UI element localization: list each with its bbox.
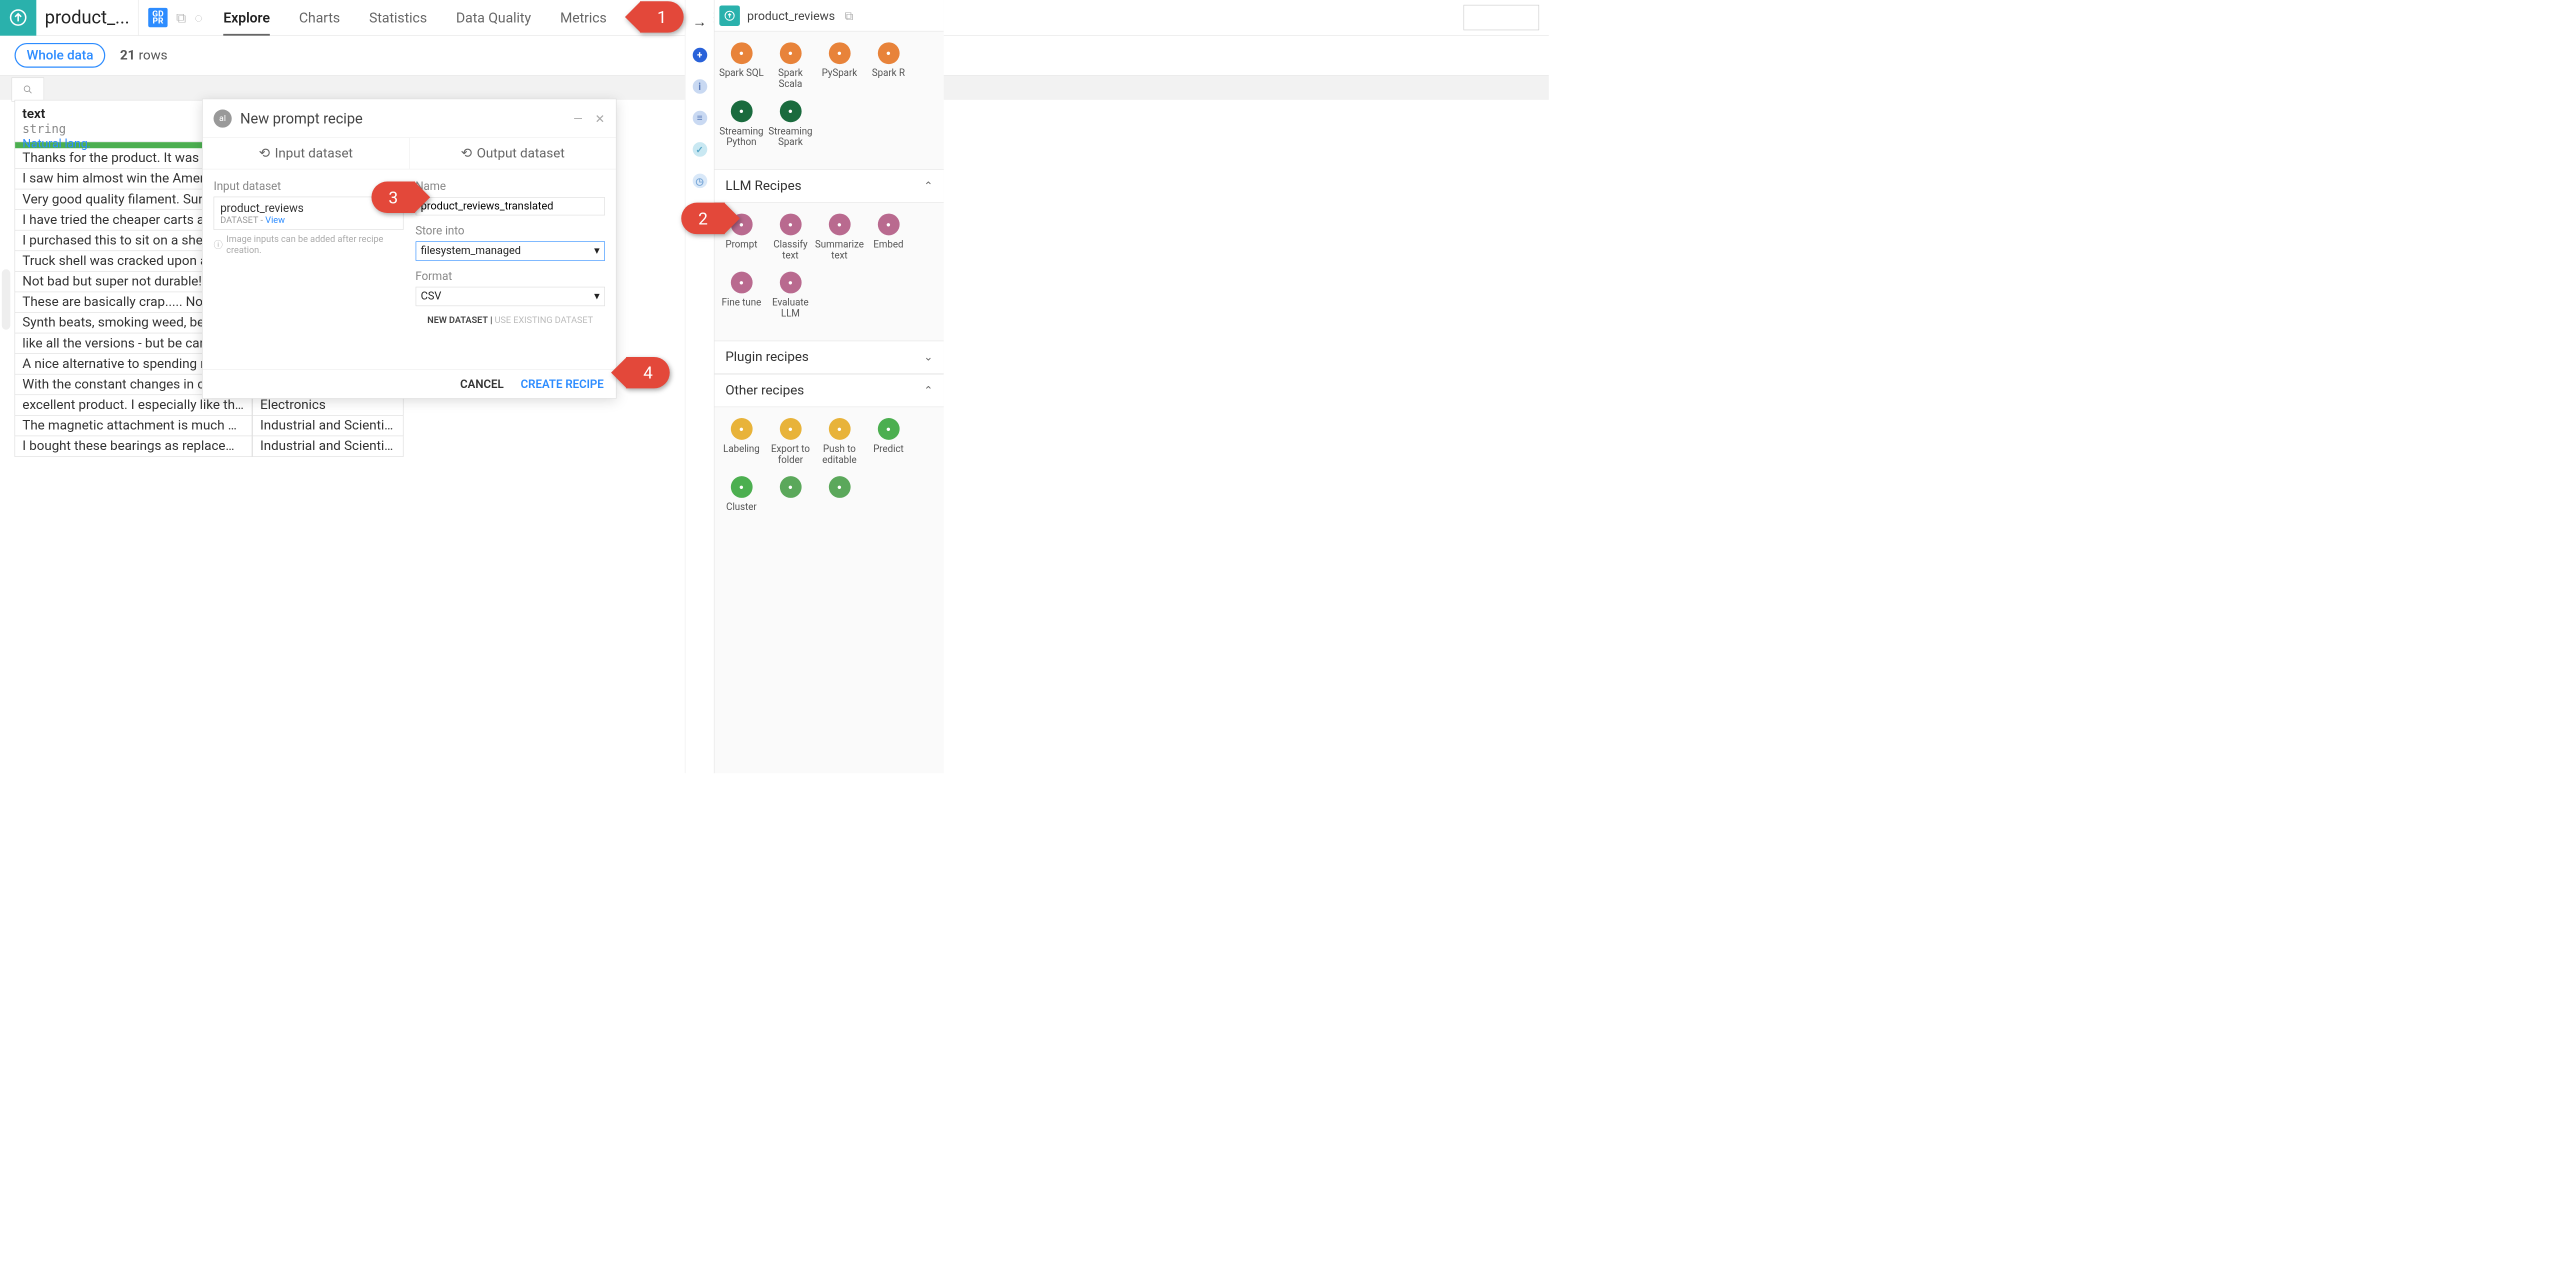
table-row[interactable]: I bought these bearings as replacements … xyxy=(15,436,253,457)
other-recipes: ●Labeling●Export to folder●Push to edita… xyxy=(715,407,944,534)
recipe-pyspark[interactable]: ●PySpark xyxy=(815,42,864,89)
format-select[interactable]: CSV▾ xyxy=(415,286,605,305)
close-icon[interactable]: ✕ xyxy=(595,111,605,126)
recipe-embed[interactable]: ●Embed xyxy=(864,214,913,261)
input-dataset-header: ⟲ Input dataset xyxy=(203,138,409,169)
store-label: Store into xyxy=(415,224,605,238)
callout-2: 2 xyxy=(681,203,725,234)
side-icon-strip: → + i ≡ ✓ ◷ ◎ xyxy=(685,0,714,773)
recipe-streaming-python[interactable]: ●Streaming Python xyxy=(717,100,766,147)
recipe-spark-sql[interactable]: ●Spark SQL xyxy=(717,42,766,89)
name-label: Name xyxy=(415,179,605,193)
dataset-icon xyxy=(719,5,740,26)
view-link[interactable]: View xyxy=(265,215,285,226)
recipe-[interactable]: ● xyxy=(766,476,815,512)
row-count: 21 rows xyxy=(120,48,167,63)
section-other-recipes[interactable]: Other recipes⌃ xyxy=(715,374,944,407)
copy-icon[interactable]: ⧉ xyxy=(176,9,186,25)
output-dataset-header: ⟲ Output dataset xyxy=(409,138,616,169)
recipe-summarize-text[interactable]: ●Summarize text xyxy=(815,214,864,261)
info-icon: ⓘ xyxy=(214,238,223,251)
recipe-cluster[interactable]: ●Cluster xyxy=(717,476,766,512)
chevron-up-icon: ⌃ xyxy=(924,180,933,193)
actions-button[interactable]: ACTIONS xyxy=(1464,5,1540,30)
section-llm-recipes[interactable]: LLM Recipes⌃ xyxy=(715,169,944,202)
recipe-spark-scala[interactable]: ●Spark Scala xyxy=(766,42,815,89)
history-icon[interactable]: ◷ xyxy=(692,174,707,189)
refresh-icon[interactable]: ◌ xyxy=(195,9,203,25)
recipe-streaming-spark[interactable]: ●Streaming Spark xyxy=(766,100,815,147)
search-icon[interactable] xyxy=(11,77,44,101)
tab-charts[interactable]: Charts xyxy=(299,0,340,35)
recipe-classify-text[interactable]: ●Classify text xyxy=(766,214,815,261)
new-prompt-recipe-modal: aI New prompt recipe — ✕ ⟲ Input dataset… xyxy=(202,99,616,399)
input-arrow-icon: ⟲ xyxy=(259,146,270,161)
gdpr-badge[interactable]: GD PR xyxy=(148,8,167,27)
cancel-button[interactable]: CANCEL xyxy=(460,377,504,391)
recipe-fine-tune[interactable]: ●Fine tune xyxy=(717,272,766,319)
tab-explore[interactable]: Explore xyxy=(223,0,270,35)
chevron-down-icon: ⌄ xyxy=(924,351,933,364)
table-cell[interactable]: Industrial and Scientific xyxy=(252,416,403,437)
output-name-input[interactable] xyxy=(415,197,605,215)
recipe-evaluate-llm[interactable]: ●Evaluate LLM xyxy=(766,272,815,319)
tab-metrics[interactable]: Metrics xyxy=(560,0,607,35)
table-row[interactable]: The magnetic attachment is much more con… xyxy=(15,416,253,437)
recipe-[interactable]: ● xyxy=(815,476,864,512)
minimize-icon[interactable]: — xyxy=(573,111,582,126)
dataset-mode-toggle[interactable]: NEW DATASET | USE EXISTING DATASET xyxy=(415,314,605,325)
output-arrow-icon: ⟲ xyxy=(461,146,472,161)
tab-statistics[interactable]: Statistics xyxy=(369,0,427,35)
scroll-handle[interactable] xyxy=(2,269,10,330)
recipe-predict[interactable]: ●Predict xyxy=(864,418,913,465)
chevron-up-icon: ⌃ xyxy=(924,384,933,397)
callout-1: 1 xyxy=(640,1,684,32)
app-logo[interactable] xyxy=(0,0,36,35)
copy-icon[interactable]: ⧉ xyxy=(845,8,854,23)
image-inputs-hint: ⓘ Image inputs can be added after recipe… xyxy=(214,234,404,256)
info-icon[interactable]: i xyxy=(692,79,707,94)
right-panel: product_reviews ⧉ ●Spark SQL●Spark Scala… xyxy=(714,0,944,773)
recipe-spark-r[interactable]: ●Spark R xyxy=(864,42,913,89)
code-recipes: ●Spark SQL●Spark Scala●PySpark●Spark R ●S… xyxy=(715,31,944,169)
recipe-export-to-folder[interactable]: ●Export to folder xyxy=(766,418,815,465)
callout-3: 3 xyxy=(371,182,415,213)
store-select[interactable]: filesystem_managed▾ xyxy=(415,241,605,260)
llm-recipes: ●Prompt●Classify text●Summarize text●Emb… xyxy=(715,203,944,341)
prompt-icon: aI xyxy=(214,109,232,127)
panel-title: product_reviews xyxy=(747,8,835,23)
table-cell[interactable]: Industrial and Scientific xyxy=(252,436,403,457)
chevron-down-icon: ▾ xyxy=(594,290,599,303)
tab-data-quality[interactable]: Data Quality xyxy=(456,0,531,35)
callout-4: 4 xyxy=(626,357,670,388)
check-icon[interactable]: ✓ xyxy=(692,142,707,157)
recipe-labeling[interactable]: ●Labeling xyxy=(717,418,766,465)
dataset-title[interactable]: product_... xyxy=(36,0,138,35)
list-icon[interactable]: ≡ xyxy=(692,111,707,126)
section-plugin-recipes[interactable]: Plugin recipes⌄ xyxy=(715,341,944,374)
format-label: Format xyxy=(415,269,605,283)
create-recipe-button[interactable]: CREATE RECIPE xyxy=(521,377,604,391)
expand-arrow-icon[interactable]: → xyxy=(692,13,707,31)
chevron-down-icon: ▾ xyxy=(594,244,599,257)
sample-pill[interactable]: Whole data xyxy=(15,43,106,68)
modal-title: New prompt recipe xyxy=(240,110,362,127)
recipe-push-to-editable[interactable]: ●Push to editable xyxy=(815,418,864,465)
add-icon[interactable]: + xyxy=(692,48,707,63)
